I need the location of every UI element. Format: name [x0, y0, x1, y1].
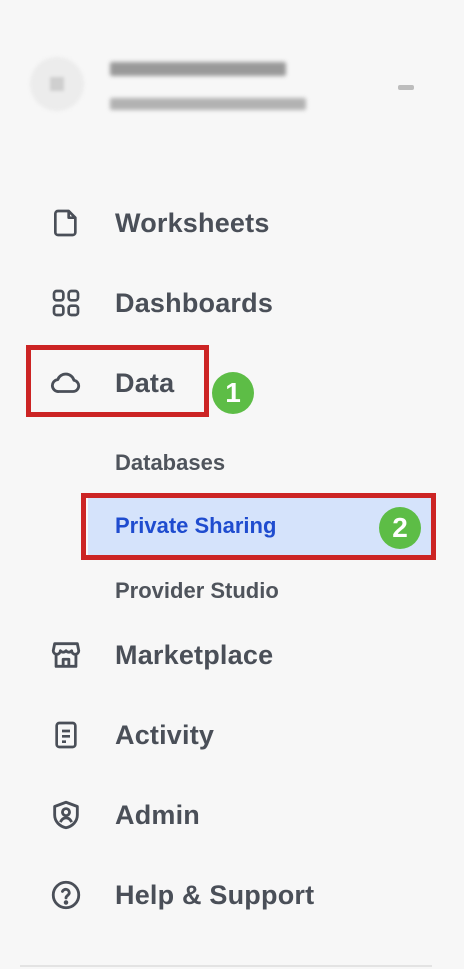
- nav-label-admin: Admin: [115, 799, 200, 830]
- nav-label-activity: Activity: [115, 719, 215, 750]
- collapse-icon[interactable]: [398, 85, 414, 90]
- storefront-icon: [48, 637, 84, 673]
- nav-label-help-support: Help & Support: [115, 879, 315, 910]
- account-avatar[interactable]: [30, 57, 84, 111]
- annotation-badge-2: 2: [379, 507, 421, 549]
- nav-item-activity[interactable]: Activity: [0, 705, 464, 765]
- sub-item-databases[interactable]: Databases: [115, 450, 225, 476]
- nav-label-dashboards: Dashboards: [115, 287, 274, 318]
- nav-item-marketplace[interactable]: Marketplace: [0, 625, 464, 685]
- nav-item-dashboards[interactable]: Dashboards: [0, 273, 464, 333]
- help-circle-icon: [48, 877, 84, 913]
- sub-item-provider-studio[interactable]: Provider Studio: [115, 578, 279, 604]
- account-header[interactable]: [0, 0, 464, 170]
- account-id-redacted: [110, 98, 306, 110]
- clipboard-list-icon: [48, 717, 84, 753]
- nav-item-admin[interactable]: Admin: [0, 785, 464, 845]
- file-icon: [48, 205, 84, 241]
- nav-item-worksheets[interactable]: Worksheets: [0, 193, 464, 253]
- annotation-box-data: [26, 345, 209, 417]
- grid-icon: [48, 285, 84, 321]
- annotation-badge-1: 1: [212, 372, 254, 414]
- account-name-redacted: [110, 62, 286, 76]
- nav-item-help-support[interactable]: Help & Support: [0, 865, 464, 925]
- nav-label-marketplace: Marketplace: [115, 639, 274, 670]
- bottom-divider: [20, 965, 432, 967]
- shield-user-icon: [48, 797, 84, 833]
- nav-label-worksheets: Worksheets: [115, 207, 270, 238]
